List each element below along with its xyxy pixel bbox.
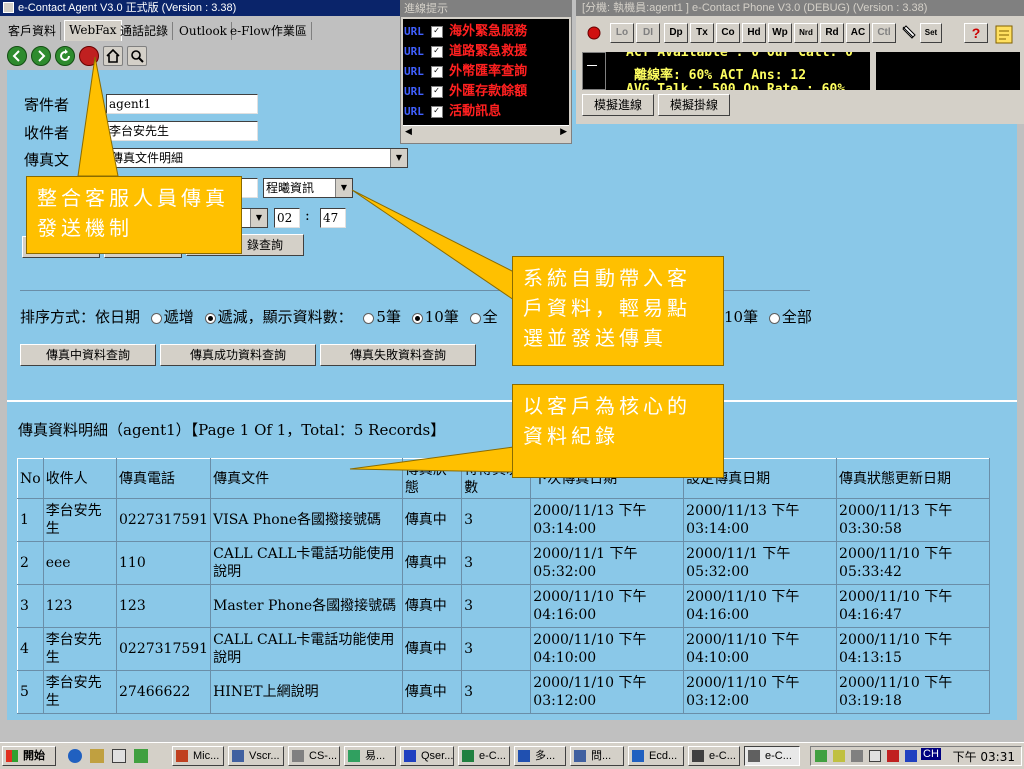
task-label: e-C... — [765, 750, 792, 762]
task-label: 問... — [591, 750, 612, 762]
app-icon — [462, 750, 474, 762]
desktop-icon[interactable] — [112, 749, 126, 763]
tray-icon[interactable] — [869, 750, 881, 762]
channel-icon[interactable] — [134, 749, 148, 763]
task-button[interactable]: Vscr... — [228, 746, 284, 766]
task-button[interactable]: Mic... — [172, 746, 224, 766]
callout-2-pointer — [351, 189, 515, 301]
windows-logo-icon — [6, 750, 18, 762]
task-button[interactable]: 易... — [344, 746, 396, 766]
ie-icon[interactable] — [68, 749, 82, 763]
task-button[interactable]: 多... — [514, 746, 566, 766]
tray-icon[interactable] — [815, 750, 827, 762]
task-label: e-C... — [709, 750, 736, 762]
app-icon — [348, 750, 360, 762]
task-button[interactable]: 問... — [570, 746, 624, 766]
task-label: Ecd... — [649, 750, 678, 762]
task-button-active[interactable]: e-C... — [744, 746, 800, 766]
tray-icon[interactable] — [905, 750, 917, 762]
app-icon — [292, 750, 304, 762]
taskbar: 開始 Mic... Vscr... CS-... 易... Qser... e-… — [0, 742, 1024, 769]
task-button[interactable]: Ecd... — [628, 746, 684, 766]
quick-launch — [66, 747, 166, 765]
task-label: 易... — [365, 750, 386, 762]
callout-customer-centric: 以客戶為核心的資料紀錄 — [512, 384, 724, 478]
task-button[interactable]: Qser... — [400, 746, 454, 766]
callout-pointers — [77, 56, 515, 473]
tray-icon[interactable] — [833, 750, 845, 762]
clock[interactable]: 下午 03:31 — [953, 748, 1015, 765]
callout-auto-fill: 系統自動帶入客戶資料，輕易點選並發送傳真 — [512, 256, 724, 366]
task-button[interactable]: CS-... — [288, 746, 340, 766]
task-button[interactable]: e-C... — [688, 746, 740, 766]
outlook-icon[interactable] — [90, 749, 104, 763]
system-tray: CH 下午 03:31 — [810, 746, 1022, 766]
tray-icon[interactable] — [851, 750, 863, 762]
start-button[interactable]: 開始 — [2, 746, 56, 766]
callout-1-pointer — [77, 56, 119, 177]
task-label: e-C... — [479, 750, 506, 762]
app-icon — [748, 750, 760, 762]
app-icon — [176, 750, 188, 762]
task-button[interactable]: e-C... — [458, 746, 510, 766]
task-label: 多... — [535, 750, 556, 762]
ime-indicator[interactable]: CH — [921, 748, 941, 760]
app-icon — [232, 750, 244, 762]
app-icon — [632, 750, 644, 762]
task-label: Qser... — [421, 750, 454, 762]
app-icon — [404, 750, 416, 762]
task-label: CS-... — [309, 750, 338, 762]
app-icon — [574, 750, 586, 762]
app-icon — [518, 750, 530, 762]
task-label: Vscr... — [249, 750, 280, 762]
start-label: 開始 — [23, 750, 45, 762]
task-label: Mic... — [193, 750, 220, 762]
callout-3-pointer — [349, 446, 515, 473]
callout-fax-mechanism: 整合客服人員傳真發送機制 — [26, 176, 242, 254]
tray-icon[interactable] — [887, 750, 899, 762]
phone-icon — [692, 750, 704, 762]
